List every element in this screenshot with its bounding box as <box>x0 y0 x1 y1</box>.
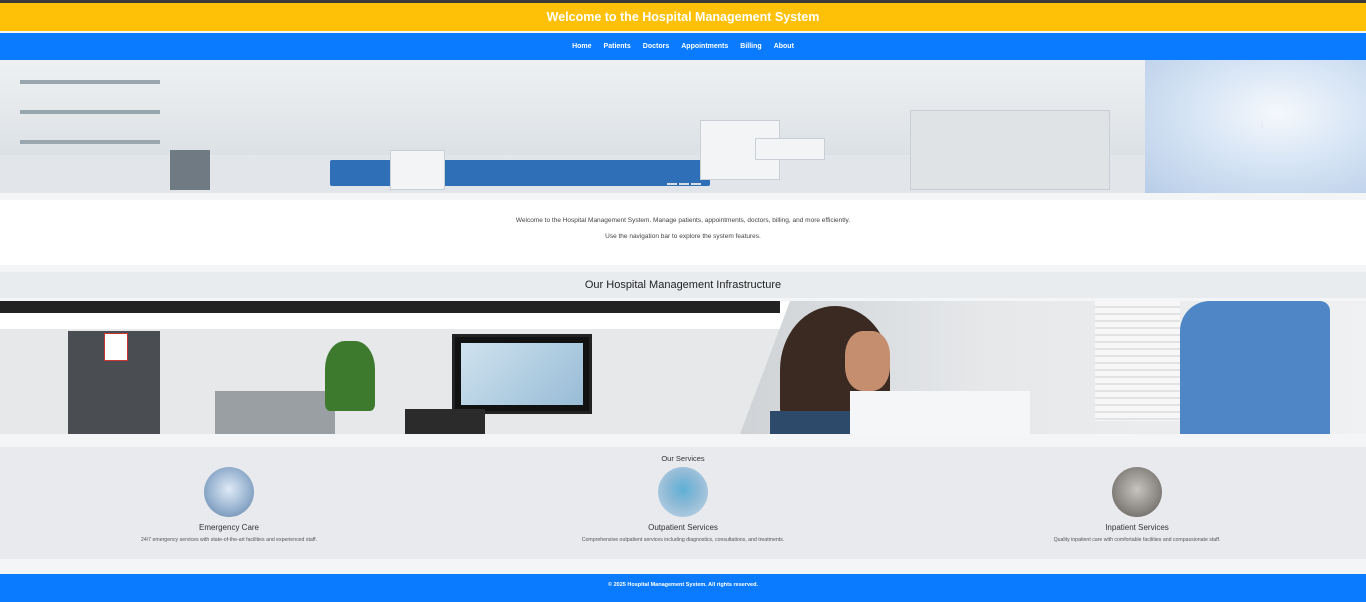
hero-slide-sky-image <box>1145 60 1366 193</box>
monitor <box>452 334 592 414</box>
service-name: Inpatient Services <box>1105 523 1169 532</box>
outpatient-services-image <box>658 467 708 517</box>
carousel-indicator[interactable] <box>691 183 701 185</box>
service-card-emergency: Emergency Care 24/7 emergency services w… <box>79 467 379 543</box>
site-footer: © 2025 Hospital Management System. All r… <box>0 574 1366 602</box>
hero-carousel[interactable]: › <box>0 60 1366 193</box>
services-section: Our Services Emergency Care 24/7 emergen… <box>0 447 1366 559</box>
service-description: 24/7 emergency services with state-of-th… <box>140 537 318 543</box>
infrastructure-heading: Our Hospital Management Infrastructure <box>0 272 1366 298</box>
infrastructure-carousel[interactable] <box>0 301 1366 434</box>
nav-doctors[interactable]: Doctors <box>637 33 675 60</box>
main-navbar: Home Patients Doctors Appointments Billi… <box>0 33 1366 60</box>
service-card-inpatient: Inpatient Services Quality inpatient car… <box>987 467 1287 543</box>
nav-patients[interactable]: Patients <box>598 33 637 60</box>
emergency-care-image <box>204 467 254 517</box>
nav-appointments[interactable]: Appointments <box>675 33 734 60</box>
services-heading: Our Services <box>661 454 705 463</box>
hero-slide-hospital-ward-image <box>0 60 1145 193</box>
intro-text: Welcome to the Hospital Management Syste… <box>515 217 851 224</box>
service-description: Comprehensive outpatient services includ… <box>581 537 785 543</box>
inpatient-services-image <box>1112 467 1162 517</box>
carousel-indicator[interactable] <box>679 183 689 185</box>
nav-home[interactable]: Home <box>566 33 597 60</box>
service-name: Outpatient Services <box>648 523 718 532</box>
carousel-indicator[interactable] <box>667 183 677 185</box>
nav-billing[interactable]: Billing <box>734 33 767 60</box>
doctor-figure <box>1180 301 1330 434</box>
service-name: Emergency Care <box>198 523 260 532</box>
site-banner-title: Welcome to the Hospital Management Syste… <box>0 3 1366 31</box>
infrastructure-slide-office-image <box>0 301 780 434</box>
intro-subtext: Use the navigation bar to explore the sy… <box>605 233 761 240</box>
intro-section: Welcome to the Hospital Management Syste… <box>0 200 1366 265</box>
service-description: Quality inpatient care with comfortable … <box>1053 537 1221 543</box>
carousel-next-icon[interactable]: › <box>1260 118 1264 132</box>
nav-about[interactable]: About <box>768 33 800 60</box>
service-card-outpatient: Outpatient Services Comprehensive outpat… <box>533 467 833 543</box>
